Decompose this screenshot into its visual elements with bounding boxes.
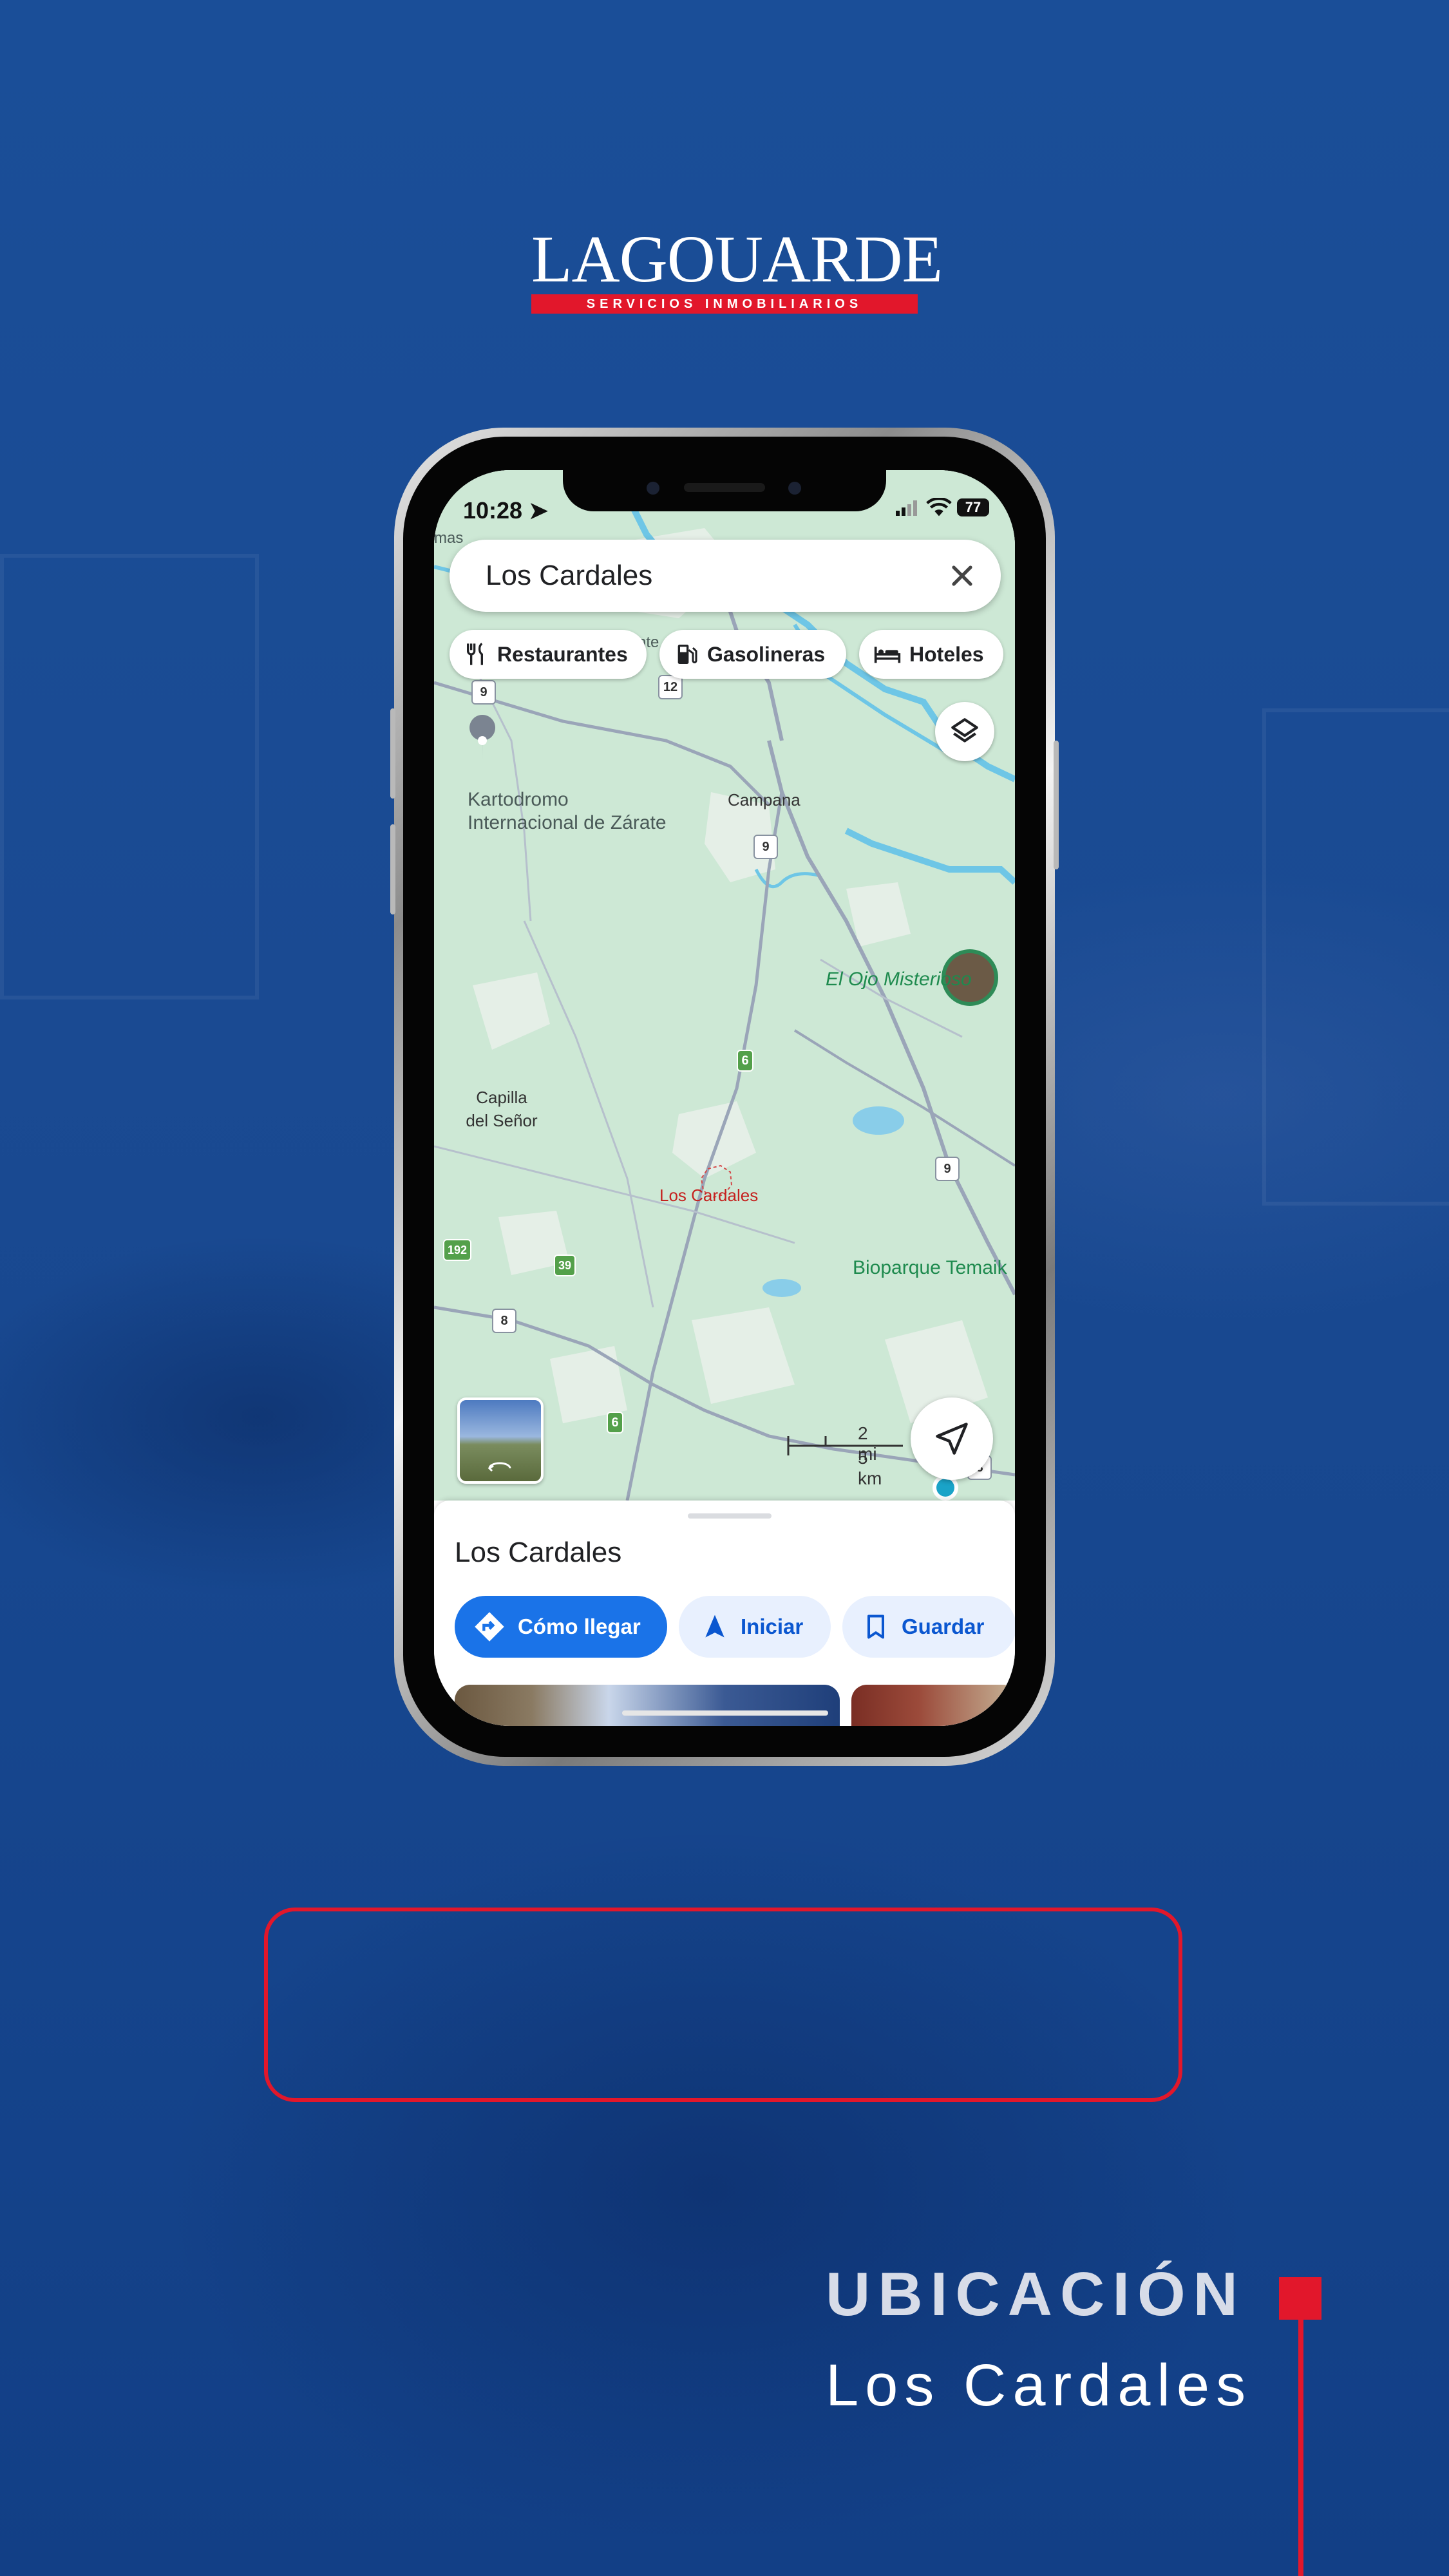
bookmark-icon — [867, 1615, 885, 1639]
bed-icon — [874, 647, 901, 663]
place-title: Los Cardales — [455, 1537, 622, 1568]
route-shield: 9 — [753, 835, 778, 859]
location-name: Los Cardales — [826, 2353, 1253, 2418]
phone-side-button — [390, 708, 395, 799]
route-shield: 9 — [935, 1157, 960, 1181]
my-location-button[interactable] — [911, 1397, 993, 1480]
map-label-campana[interactable]: Campana — [728, 788, 800, 811]
close-icon[interactable] — [945, 559, 979, 592]
map-label-los-cardales[interactable]: Los Cardales — [659, 1184, 758, 1207]
navigation-icon — [705, 1615, 724, 1638]
brand-tagline: SERVICIOS INMOBILIARIOS — [531, 294, 918, 314]
earpiece-speaker — [684, 483, 765, 492]
chip-hoteles[interactable]: Hoteles — [859, 630, 1003, 679]
accent-square — [1279, 2277, 1321, 2320]
place-photo[interactable] — [851, 1685, 1015, 1726]
search-bar[interactable] — [450, 540, 1001, 612]
front-sensor — [788, 482, 801, 495]
route-shield: 9 — [471, 680, 496, 705]
location-arrow-icon: ➤ — [529, 497, 549, 524]
map-poi-el-ojo-misterioso[interactable]: El Ojo Misterioso — [826, 969, 972, 990]
phone-power-button — [1054, 741, 1059, 869]
chip-label: Hoteles — [909, 642, 984, 666]
status-time: 10:28 ➤ — [463, 497, 549, 524]
route-shield: 6 — [737, 1050, 753, 1072]
accent-line — [1298, 2318, 1303, 2576]
map-view[interactable]: mas nte Kartodromo Internacional de Zára… — [434, 470, 1015, 1501]
place-bottom-sheet[interactable]: Los Cardales Cómo llegar Iniciar Guardar — [434, 1501, 1015, 1726]
map-poi-bioparque[interactable]: Bioparque Temaik — [853, 1257, 1007, 1279]
save-label: Guardar — [902, 1615, 985, 1638]
location-heading: UBICACIÓN — [826, 2260, 1245, 2329]
phone-side-button — [390, 824, 395, 914]
background-frame-right — [1262, 708, 1449, 1206]
phone-notch — [563, 470, 886, 511]
scale-bar-icon — [787, 1436, 903, 1455]
route-shield: 12 — [658, 675, 683, 699]
layers-icon — [951, 718, 978, 743]
route-shield: 8 — [492, 1309, 516, 1333]
photo-progress-bar — [622, 1710, 828, 1716]
layers-button[interactable] — [935, 702, 994, 761]
brand-name: LAGOUARDE — [531, 222, 943, 296]
map-label-kartodromo[interactable]: Kartodromo Internacional de Zárate — [468, 788, 712, 835]
chip-restaurantes[interactable]: Restaurantes — [450, 630, 647, 679]
wifi-icon — [925, 497, 952, 516]
chip-label: Gasolineras — [707, 642, 826, 666]
info-box — [264, 1908, 1182, 2102]
search-input[interactable] — [486, 540, 904, 612]
fork-knife-icon — [467, 642, 483, 665]
map-label-capilla[interactable]: Capilla del Señor — [447, 1086, 556, 1132]
route-shield: 192 — [443, 1239, 471, 1261]
start-button[interactable]: Iniciar — [679, 1596, 831, 1658]
background-frame-left — [0, 554, 259, 999]
front-camera — [647, 482, 659, 495]
chip-label: Restaurantes — [497, 642, 628, 666]
status-bar: 10:28 ➤ 77 — [434, 470, 1015, 541]
street-view-thumbnail[interactable] — [457, 1397, 544, 1484]
scale-km: 5 km — [858, 1448, 882, 1488]
place-photo[interactable] — [455, 1685, 840, 1726]
directions-button[interactable]: Cómo llegar — [455, 1596, 667, 1658]
street-view-rotate-icon — [488, 1462, 511, 1472]
brand-logo: LAGOUARDE SERVICIOS INMOBILIARIOS — [531, 222, 943, 314]
route-shield: 6 — [607, 1412, 623, 1434]
gas-pump-icon — [677, 645, 697, 664]
navigation-arrow-icon — [936, 1423, 968, 1455]
system-icons: 77 — [895, 496, 989, 518]
directions-label: Cómo llegar — [518, 1615, 641, 1638]
battery-icon: 77 — [957, 498, 989, 517]
directions-icon — [475, 1612, 504, 1642]
sheet-drag-handle[interactable] — [688, 1513, 772, 1519]
route-shield: 39 — [554, 1255, 576, 1276]
start-label: Iniciar — [741, 1615, 804, 1638]
chip-gasolineras[interactable]: Gasolineras — [659, 630, 846, 679]
signal-icon — [896, 500, 918, 516]
save-button[interactable]: Guardar — [842, 1596, 1015, 1658]
phone-screen: mas nte Kartodromo Internacional de Zára… — [434, 470, 1015, 1726]
